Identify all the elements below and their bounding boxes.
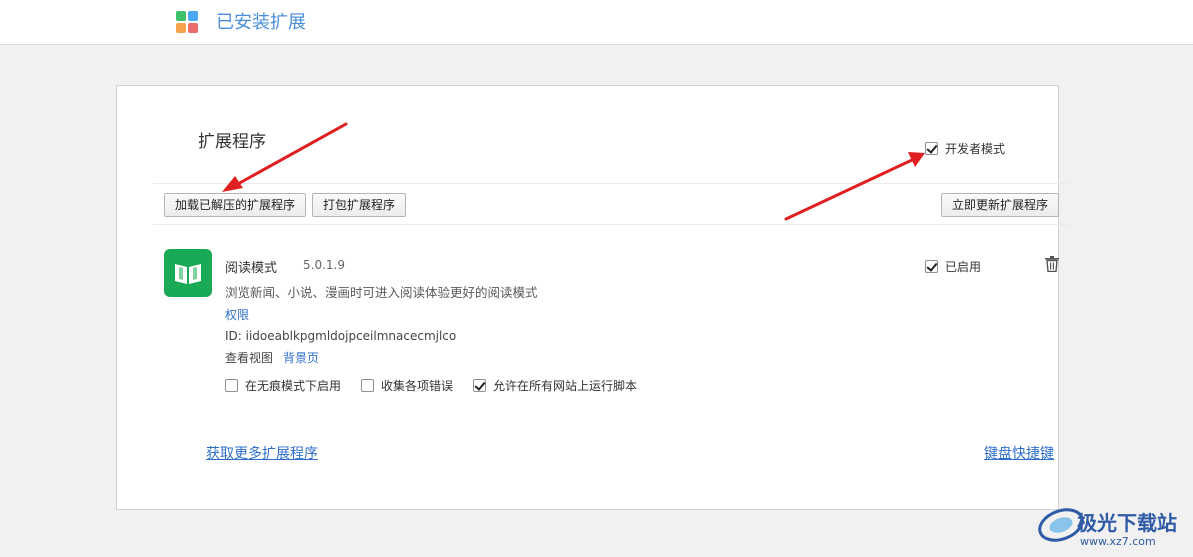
extensions-logo-icon bbox=[176, 11, 199, 34]
update-extensions-button[interactable]: 立即更新扩展程序 bbox=[941, 193, 1060, 217]
developer-mode-label: 开发者模式 bbox=[945, 142, 1006, 156]
option-incognito[interactable]: 在无痕模式下启用 bbox=[225, 377, 341, 394]
pack-extension-button[interactable]: 打包扩展程序 bbox=[312, 193, 407, 217]
permissions-link[interactable]: 权限 bbox=[225, 306, 249, 323]
option-all-sites[interactable]: 允许在所有网站上运行脚本 bbox=[473, 377, 637, 394]
all-sites-checkbox[interactable] bbox=[473, 379, 487, 392]
divider bbox=[153, 224, 1071, 225]
incognito-checkbox[interactable] bbox=[225, 379, 238, 392]
collect-errors-checkbox[interactable] bbox=[361, 379, 375, 392]
watermark-brand: 极光下载站 bbox=[1077, 511, 1177, 535]
option-collect-errors[interactable]: 收集各项错误 bbox=[361, 377, 453, 394]
page-title: 已安装扩展 bbox=[216, 12, 306, 33]
extension-name: 阅读模式 bbox=[225, 261, 278, 276]
enabled-checkbox[interactable] bbox=[925, 260, 938, 273]
extension-description: 浏览新闻、小说、漫画时可进入阅读体验更好的阅读模式 bbox=[225, 285, 538, 300]
watermark-url: www.xz7.com bbox=[1080, 535, 1156, 548]
load-unpacked-button[interactable]: 加载已解压的扩展程序 bbox=[164, 193, 307, 217]
extension-options: 在无痕模式下启用 收集各项错误 允许在所有网站上运行脚本 bbox=[225, 377, 657, 394]
developer-mode-checkbox[interactable] bbox=[925, 142, 938, 155]
option-label: 收集各项错误 bbox=[381, 379, 454, 393]
option-label: 允许在所有网站上运行脚本 bbox=[493, 379, 638, 393]
extension-id: ID: iidoeablkpgmldojpceilmnacecmjlco bbox=[225, 329, 457, 343]
keyboard-shortcuts-link[interactable]: 键盘快捷键 bbox=[984, 443, 1054, 463]
option-label: 在无痕模式下启用 bbox=[245, 379, 342, 393]
background-page-link[interactable]: 背景页 bbox=[283, 349, 319, 366]
section-title: 扩展程序 bbox=[198, 132, 266, 152]
extension-version: 5.0.1.9 bbox=[303, 258, 345, 272]
extension-enabled-toggle[interactable]: 已启用 bbox=[925, 258, 981, 275]
enabled-label: 已启用 bbox=[945, 260, 982, 274]
inspect-views-label: 查看视图 bbox=[225, 351, 274, 365]
developer-mode-toggle[interactable]: 开发者模式 bbox=[925, 140, 1005, 157]
top-header: 已安装扩展 bbox=[0, 0, 1193, 45]
extensions-panel: 扩展程序 开发者模式 加载已解压的扩展程序 打包扩展程序 立即更新扩展程序 阅读… bbox=[116, 85, 1071, 510]
inspect-views: 查看视图 背景页 bbox=[225, 349, 319, 366]
trash-icon[interactable] bbox=[1045, 256, 1059, 273]
get-more-extensions-link[interactable]: 获取更多扩展程序 bbox=[206, 443, 318, 463]
book-icon bbox=[164, 249, 212, 297]
divider bbox=[153, 183, 1071, 184]
